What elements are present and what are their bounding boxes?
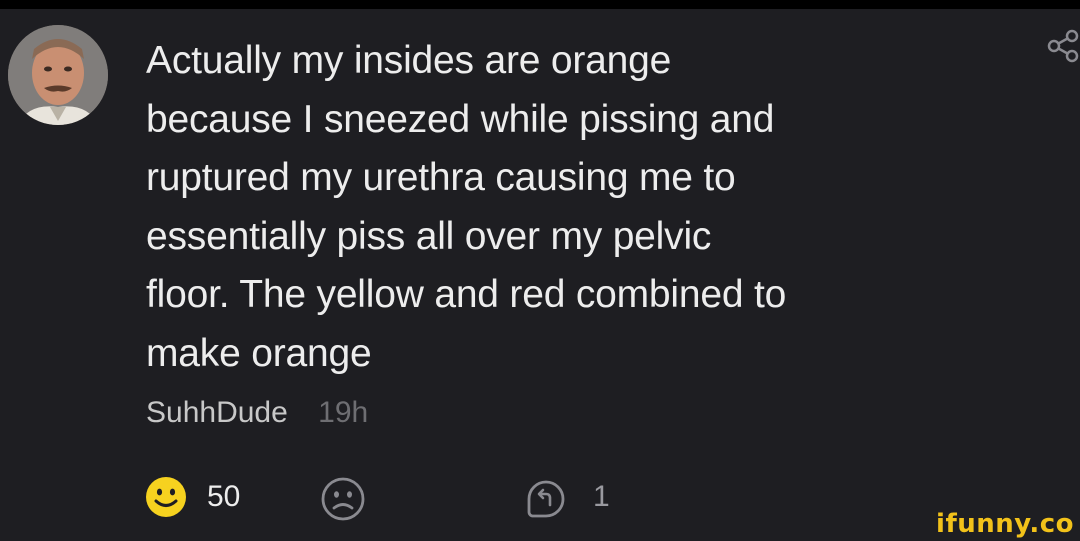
ifunny-watermark: ifunny.co [936, 509, 1074, 539]
comment-meta: SuhhDude 19h [146, 393, 368, 433]
share-icon [1047, 29, 1079, 63]
username[interactable]: SuhhDude [146, 396, 288, 429]
frown-icon [321, 477, 365, 521]
avatar[interactable] [8, 25, 108, 125]
avatar-image [8, 25, 108, 125]
smile-icon [146, 477, 186, 517]
like-count: 50 [207, 480, 241, 513]
comment-actions: 50 1 [145, 474, 645, 524]
comment-text: Actually my insides are orange because I… [146, 39, 787, 375]
reply-icon [527, 480, 565, 518]
top-strip [0, 0, 1080, 9]
reply-count: 1 [593, 480, 610, 513]
share-button[interactable] [1044, 28, 1080, 64]
timestamp: 19h [318, 396, 369, 429]
